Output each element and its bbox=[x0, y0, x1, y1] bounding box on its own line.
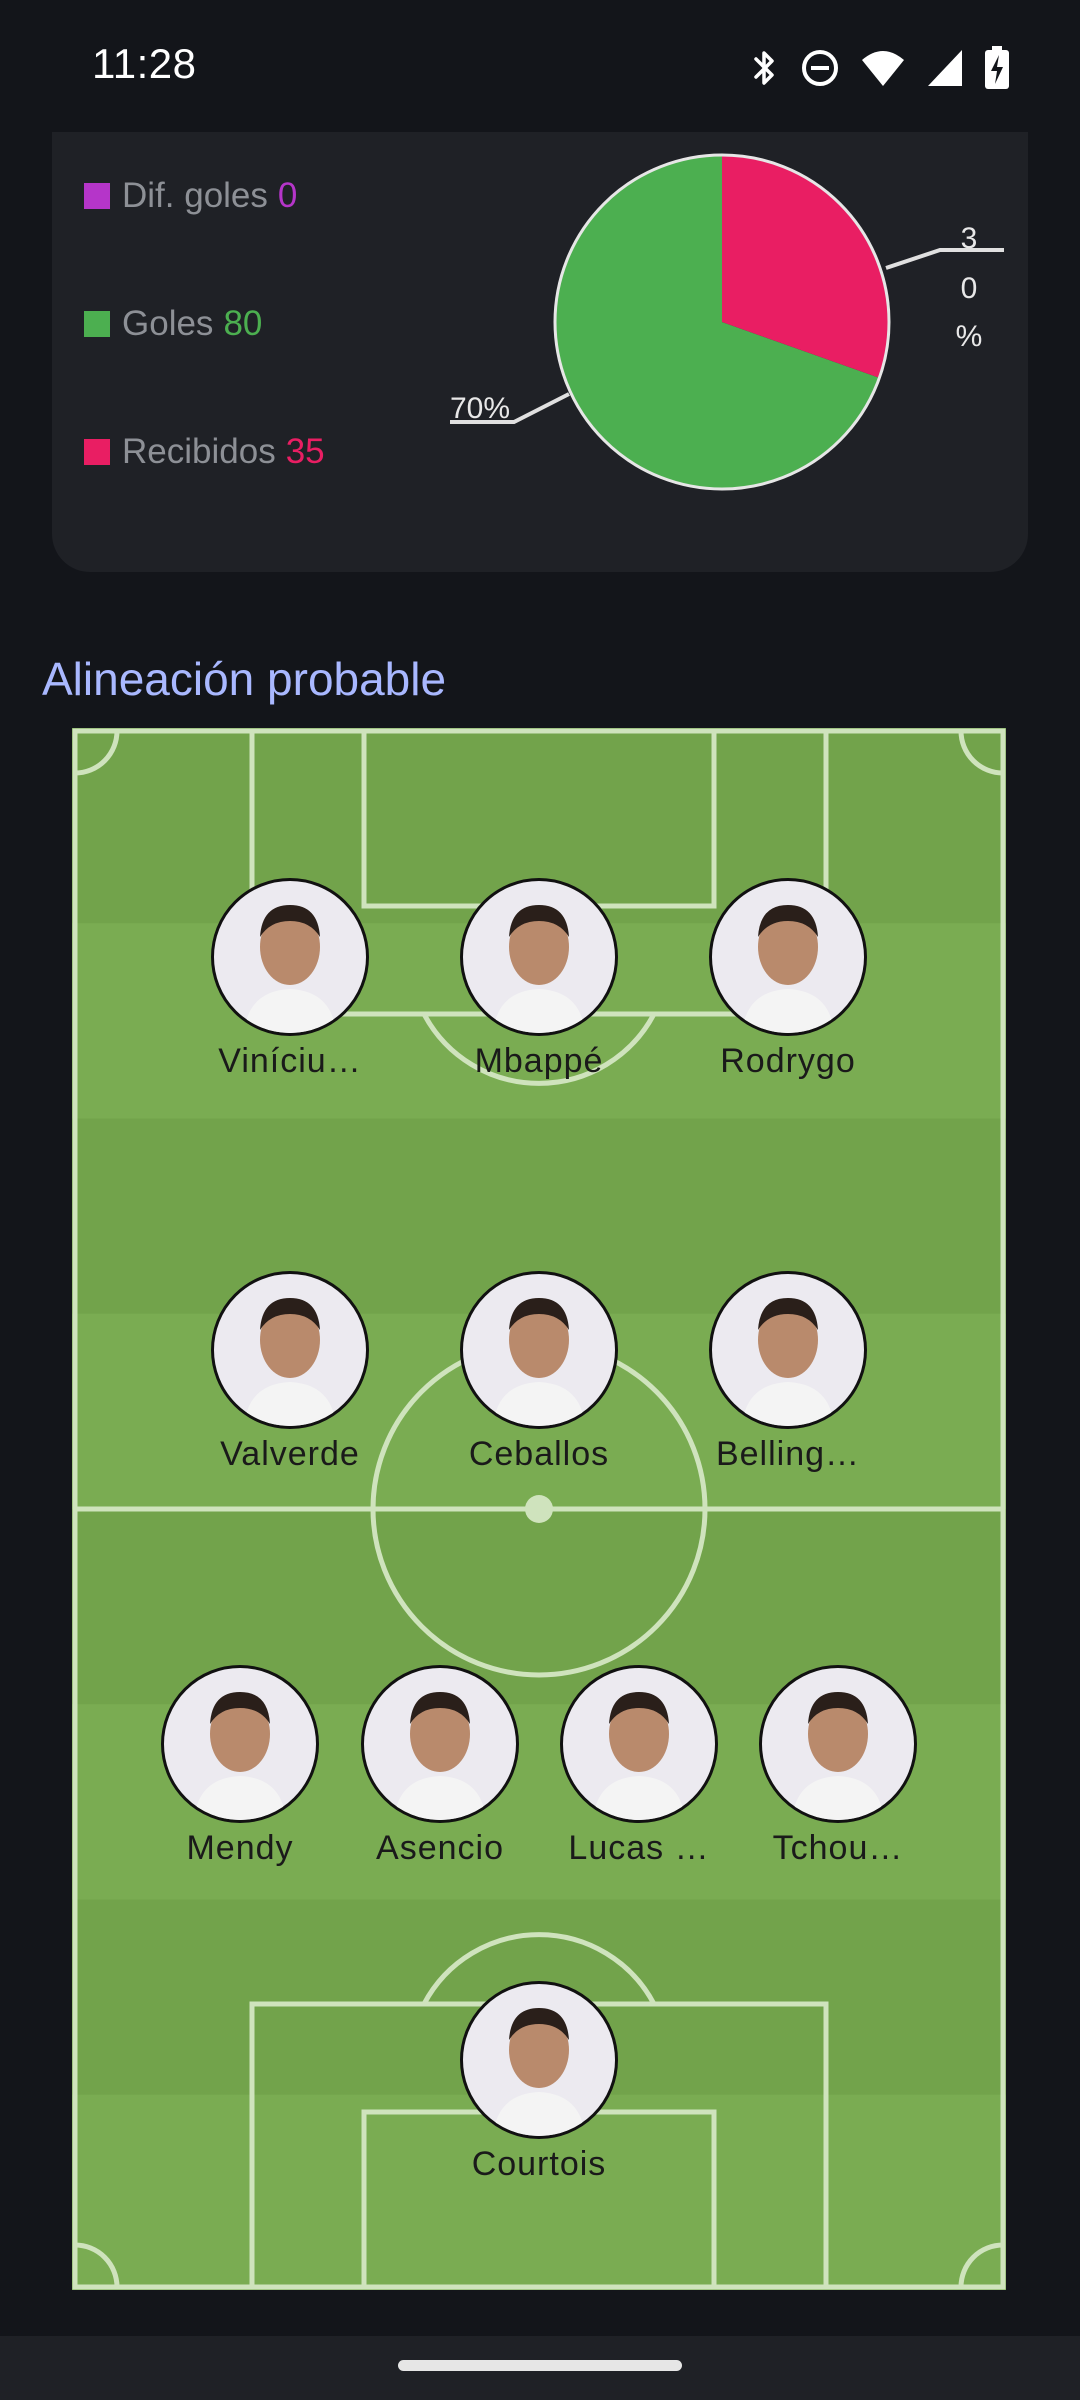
player-name: Mbappé bbox=[474, 1042, 604, 1080]
player-avatar bbox=[560, 1665, 718, 1823]
status-bar: 11:28 bbox=[0, 0, 1080, 132]
person-silhouette-icon bbox=[493, 1298, 585, 1426]
pie-label-recibidos-char: % bbox=[956, 320, 983, 353]
player-name: Viníciu… bbox=[218, 1042, 362, 1080]
player-name: Mendy bbox=[186, 1829, 294, 1867]
player-name: Lucas … bbox=[568, 1829, 710, 1867]
lineup-title: Alineación probable bbox=[42, 653, 447, 705]
player-avatar bbox=[361, 1665, 519, 1823]
player-name: Courtois bbox=[471, 2145, 607, 2183]
person-silhouette-icon bbox=[493, 2008, 585, 2136]
status-time: 11:28 bbox=[92, 40, 197, 87]
pie-label-recibidos-char: 0 bbox=[961, 272, 978, 305]
cell-signal-icon bbox=[928, 50, 962, 86]
player-name: Asencio bbox=[376, 1829, 504, 1867]
player-avatar bbox=[161, 1665, 319, 1823]
player-card[interactable]: Tchou… bbox=[723, 1665, 953, 1868]
wifi-icon bbox=[862, 51, 904, 86]
player-name: Valverde bbox=[220, 1435, 360, 1473]
person-silhouette-icon bbox=[244, 1298, 336, 1426]
person-silhouette-icon bbox=[394, 1692, 486, 1820]
player-avatar bbox=[709, 1271, 867, 1429]
player-name: Belling… bbox=[715, 1435, 861, 1473]
do-not-disturb-icon bbox=[802, 50, 838, 86]
player-avatar bbox=[460, 1271, 618, 1429]
player-card[interactable]: Lucas … bbox=[524, 1665, 754, 1868]
leader-line-recibidos bbox=[885, 248, 1004, 270]
person-silhouette-icon bbox=[742, 1298, 834, 1426]
player-avatar bbox=[211, 1271, 369, 1429]
player-name: Tchou… bbox=[772, 1829, 904, 1867]
player-avatar bbox=[460, 1981, 618, 2139]
player-avatar bbox=[709, 878, 867, 1036]
player-name: Ceballos bbox=[468, 1435, 610, 1473]
battery-charging-icon bbox=[985, 46, 1009, 89]
goals-stats-card: Dif. goles 0 Goles 80 Recibidos 35 70% 3… bbox=[52, 132, 1028, 572]
center-spot bbox=[525, 1495, 553, 1523]
player-card[interactable]: Mendy bbox=[125, 1665, 355, 1868]
player-avatar bbox=[460, 878, 618, 1036]
football-pitch: Viníciu… Mbappé Rodrygo Valverde Ceballo… bbox=[72, 728, 1006, 2290]
player-card[interactable]: Valverde bbox=[175, 1271, 405, 1474]
player-card[interactable]: Ceballos bbox=[424, 1271, 654, 1474]
player-avatar bbox=[759, 1665, 917, 1823]
player-card[interactable]: Rodrygo bbox=[673, 878, 903, 1081]
player-card[interactable]: Viníciu… bbox=[175, 878, 405, 1081]
player-card[interactable]: Courtois bbox=[424, 1981, 654, 2184]
player-name: Rodrygo bbox=[720, 1042, 856, 1080]
person-silhouette-icon bbox=[493, 905, 585, 1033]
pie-label-recibidos-char: 3 bbox=[961, 222, 978, 255]
person-silhouette-icon bbox=[792, 1692, 884, 1820]
person-silhouette-icon bbox=[593, 1692, 685, 1820]
goals-pie-chart: 70% 3 0 % bbox=[450, 153, 1004, 491]
status-icons bbox=[750, 44, 1010, 92]
pie-label-goles: 70% bbox=[450, 392, 510, 425]
person-silhouette-icon bbox=[742, 905, 834, 1033]
home-gesture-handle[interactable] bbox=[398, 2360, 682, 2371]
player-card[interactable]: Mbappé bbox=[424, 878, 654, 1081]
player-avatar bbox=[211, 878, 369, 1036]
player-card[interactable]: Asencio bbox=[325, 1665, 555, 1868]
person-silhouette-icon bbox=[244, 905, 336, 1033]
player-card[interactable]: Belling… bbox=[673, 1271, 903, 1474]
bluetooth-icon bbox=[754, 51, 774, 85]
person-silhouette-icon bbox=[194, 1692, 286, 1820]
